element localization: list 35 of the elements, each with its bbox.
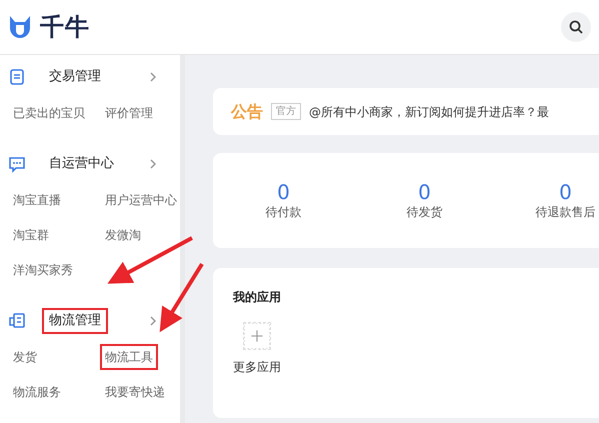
stat-label: 待发货 [406, 204, 444, 220]
search-icon[interactable] [561, 12, 591, 42]
section-title: 我的应用 [233, 289, 282, 306]
chat-bubble-icon [8, 155, 26, 173]
stat-count[interactable]: 0 [213, 180, 354, 202]
section-title[interactable]: 物流管理 [42, 308, 108, 334]
chevron-right-icon [150, 72, 156, 82]
sidebar-link[interactable]: 用户运营中心 [100, 186, 182, 212]
app-label[interactable]: 更多应用 [233, 358, 281, 376]
sidebar-link[interactable]: 已卖出的宝贝 [8, 100, 90, 126]
bull-logo-icon [8, 14, 32, 40]
stat-label: 待付款 [264, 204, 302, 220]
sidebar-link[interactable]: 评价管理 [100, 100, 158, 126]
logo-text: 千牛 [40, 12, 90, 43]
chevron-right-icon [150, 316, 156, 326]
sidebar-link[interactable]: 我要寄快递 [100, 378, 170, 404]
sidebar-link[interactable]: 物流服务 [8, 378, 66, 404]
stat-count[interactable]: 0 [495, 180, 599, 202]
add-icon[interactable] [243, 322, 271, 350]
sidebar-link[interactable]: 物流工具 [100, 344, 158, 370]
chevron-right-icon [150, 159, 156, 169]
notice-text[interactable]: @所有中小商家，新订阅如何提升进店率？最 [309, 102, 549, 120]
clipboard-icon [8, 68, 26, 86]
sidebar-link[interactable]: 发微淘 [100, 222, 146, 248]
stat-count[interactable]: 0 [354, 180, 495, 202]
truck-icon [8, 312, 26, 330]
sidebar-link[interactable]: 发货 [8, 344, 42, 370]
official-tag: 官方 [271, 103, 301, 120]
sidebar-link[interactable]: 淘宝群 [8, 222, 54, 248]
section-title[interactable]: 自运营中心 [42, 151, 121, 177]
stat-label: 待退款售后 [534, 204, 596, 220]
notice-label: 公告 [231, 100, 263, 122]
sidebar-link[interactable]: 淘宝直播 [8, 186, 66, 212]
section-title[interactable]: 交易管理 [42, 64, 108, 90]
sidebar-link[interactable]: 洋淘买家秀 [8, 256, 78, 282]
